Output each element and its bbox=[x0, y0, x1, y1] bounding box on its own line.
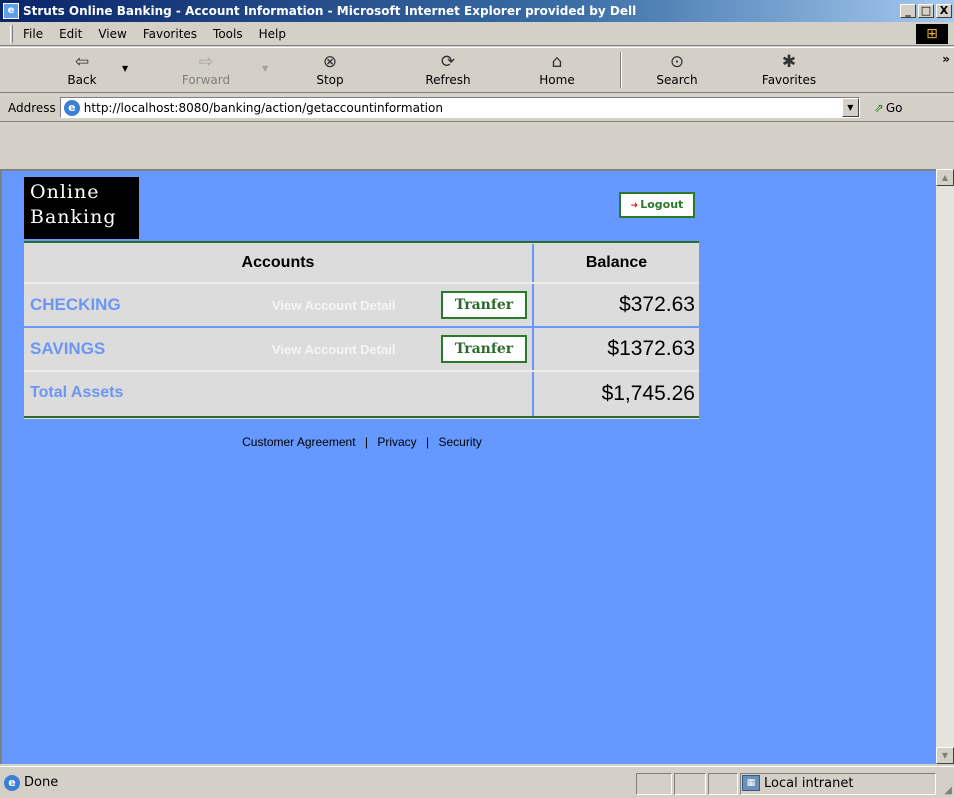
home-button[interactable]: ⌂ Home bbox=[537, 51, 577, 87]
savings-account-link[interactable]: SAVINGS bbox=[30, 339, 105, 359]
savings-transfer-button[interactable]: Tranfer bbox=[441, 335, 527, 363]
online-banking-logo: Online Banking bbox=[24, 177, 139, 239]
status-pane bbox=[636, 773, 672, 795]
favorites-icon: ✱ bbox=[781, 52, 797, 72]
back-dropdown-icon[interactable]: ▼ bbox=[122, 64, 128, 73]
scroll-down-icon[interactable]: ▼ bbox=[936, 747, 954, 764]
checking-account-link[interactable]: CHECKING bbox=[30, 295, 121, 315]
logo-line-1: Online bbox=[30, 181, 100, 203]
search-button[interactable]: ⊙ Search bbox=[652, 51, 702, 87]
forward-arrow-icon: ⇨ bbox=[198, 52, 214, 72]
logout-label: Logout bbox=[640, 198, 684, 211]
status-bar: e Done ▦ Local intranet ◢ bbox=[0, 766, 954, 798]
customer-agreement-link[interactable]: Customer Agreement bbox=[242, 435, 355, 449]
logout-button[interactable]: ➜ Logout bbox=[619, 192, 695, 218]
savings-balance: $1372.63 bbox=[534, 328, 699, 370]
checking-transfer-button[interactable]: Tranfer bbox=[441, 291, 527, 319]
menu-edit[interactable]: Edit bbox=[59, 27, 82, 41]
account-cell: SAVINGS View Account Detail Tranfer bbox=[24, 328, 532, 370]
security-link[interactable]: Security bbox=[439, 435, 482, 449]
security-zone: ▦ Local intranet bbox=[742, 775, 853, 791]
total-balance: $1,745.26 bbox=[534, 372, 699, 416]
status-ie-icon: e bbox=[4, 774, 20, 791]
home-icon: ⌂ bbox=[551, 52, 563, 72]
page-content: Online Banking ➜ Logout Accounts Balance … bbox=[0, 169, 936, 764]
vertical-scrollbar[interactable]: ▲ ▼ bbox=[936, 169, 954, 764]
favorites-label: Favorites bbox=[761, 73, 817, 87]
total-label-cell: Total Assets bbox=[24, 372, 532, 416]
stop-button[interactable]: ⊗ Stop bbox=[312, 51, 348, 87]
maximize-button[interactable]: □ bbox=[918, 4, 934, 18]
total-assets-label: Total Assets bbox=[30, 384, 124, 401]
address-url[interactable]: http://localhost:8080/banking/action/get… bbox=[84, 101, 443, 115]
resize-grip-icon[interactable]: ◢ bbox=[944, 785, 952, 796]
zone-label: Local intranet bbox=[764, 775, 854, 791]
checking-view-detail-link[interactable]: View Account Detail bbox=[272, 298, 396, 313]
privacy-link[interactable]: Privacy bbox=[377, 435, 416, 449]
logo-line-2: Banking bbox=[30, 206, 117, 228]
search-label: Search bbox=[656, 73, 698, 87]
close-button[interactable]: X bbox=[936, 4, 952, 18]
title-bar: e Struts Online Banking - Account Inform… bbox=[0, 0, 954, 22]
stop-label: Stop bbox=[316, 73, 344, 87]
status-pane bbox=[708, 773, 738, 795]
address-input[interactable]: e http://localhost:8080/banking/action/g… bbox=[59, 97, 860, 118]
scroll-up-icon[interactable]: ▲ bbox=[936, 169, 954, 186]
home-label: Home bbox=[539, 73, 575, 87]
page-ie-icon: e bbox=[63, 99, 80, 116]
menu-help[interactable]: Help bbox=[259, 27, 286, 41]
refresh-icon: ⟳ bbox=[440, 52, 456, 72]
status-pane bbox=[674, 773, 706, 795]
standard-toolbar: ⇦ Back ▼ ⇨ Forward ▼ ⊗ Stop ⟳ Refresh ⌂ … bbox=[0, 47, 954, 93]
stop-icon: ⊗ bbox=[322, 52, 338, 72]
intranet-zone-icon: ▦ bbox=[742, 775, 760, 791]
savings-view-detail-link[interactable]: View Account Detail bbox=[272, 342, 396, 357]
accounts-column-header: Accounts bbox=[24, 244, 532, 282]
table-row: CHECKING View Account Detail Tranfer $37… bbox=[24, 284, 699, 326]
forward-dropdown-icon[interactable]: ▼ bbox=[262, 64, 268, 73]
address-bar: Address e http://localhost:8080/banking/… bbox=[0, 94, 954, 122]
menu-view[interactable]: View bbox=[98, 27, 126, 41]
balance-column-header: Balance bbox=[534, 244, 699, 282]
accounts-table: Accounts Balance CHECKING View Account D… bbox=[24, 241, 699, 419]
back-label: Back bbox=[67, 73, 97, 87]
favorites-button[interactable]: ✱ Favorites bbox=[756, 51, 822, 87]
checking-balance: $372.63 bbox=[534, 284, 699, 326]
go-button[interactable]: ⇗ Go bbox=[874, 101, 903, 115]
minimize-button[interactable]: _ bbox=[900, 4, 916, 18]
windows-logo-icon: ⊞ bbox=[916, 24, 948, 44]
go-arrow-icon: ⇗ bbox=[873, 100, 884, 115]
footer-links: Customer Agreement | Privacy | Security bbox=[2, 435, 722, 449]
logout-arrow-icon: ➜ bbox=[630, 201, 639, 211]
table-bottom-rule bbox=[24, 416, 699, 419]
refresh-label: Refresh bbox=[425, 73, 471, 87]
footer-separator: | bbox=[426, 435, 430, 449]
toolbar-more-chevron-icon[interactable]: » bbox=[942, 52, 950, 66]
table-row: SAVINGS View Account Detail Tranfer $137… bbox=[24, 328, 699, 370]
menu-file[interactable]: File bbox=[23, 27, 43, 41]
back-arrow-icon: ⇦ bbox=[74, 52, 90, 72]
refresh-button[interactable]: ⟳ Refresh bbox=[420, 51, 476, 87]
status-text: Done bbox=[24, 775, 59, 790]
window-title: Struts Online Banking - Account Informat… bbox=[23, 4, 637, 18]
ie-app-icon: e bbox=[3, 3, 19, 19]
menu-grip bbox=[10, 24, 13, 43]
forward-label: Forward bbox=[181, 73, 231, 87]
table-header-row: Accounts Balance bbox=[24, 244, 699, 282]
account-cell: CHECKING View Account Detail Tranfer bbox=[24, 284, 532, 326]
menu-tools[interactable]: Tools bbox=[213, 27, 243, 41]
menu-favorites[interactable]: Favorites bbox=[143, 27, 197, 41]
back-button[interactable]: ⇦ Back bbox=[62, 51, 102, 87]
go-label: Go bbox=[885, 100, 903, 115]
footer-separator: | bbox=[364, 435, 368, 449]
menu-bar: File Edit View Favorites Tools Help ⊞ bbox=[0, 22, 954, 46]
search-icon: ⊙ bbox=[669, 52, 685, 72]
total-row: Total Assets $1,745.26 bbox=[24, 372, 699, 416]
toolbar-separator bbox=[620, 52, 622, 88]
address-label: Address bbox=[8, 100, 56, 115]
forward-button[interactable]: ⇨ Forward bbox=[176, 51, 236, 87]
address-dropdown-icon[interactable]: ▼ bbox=[841, 98, 859, 117]
